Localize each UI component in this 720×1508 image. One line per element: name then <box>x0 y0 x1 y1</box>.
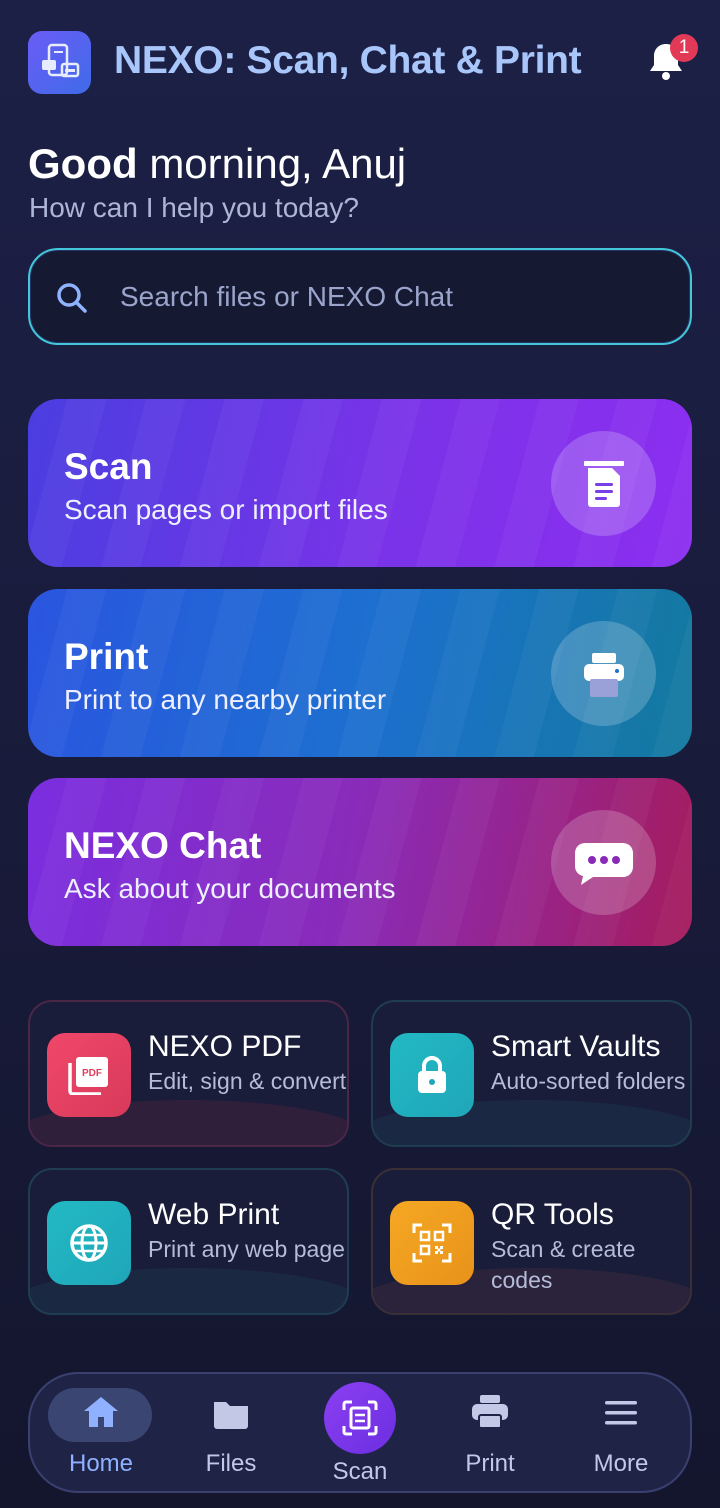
folder-icon <box>214 1402 248 1429</box>
nav-print[interactable]: Print <box>435 1374 545 1491</box>
qr-tools-tile[interactable]: QR Tools Scan & create codes <box>371 1168 692 1315</box>
greeting-subtitle: How can I help you today? <box>29 192 359 223</box>
home-icon <box>84 1397 118 1427</box>
web-print-title: Web Print <box>148 1198 280 1231</box>
web-print-tile[interactable]: Web Print Print any web page <box>28 1168 349 1315</box>
app-title: NEXO: Scan, Chat & Print <box>114 39 582 82</box>
scan-document-icon <box>551 431 656 536</box>
app-header: NEXO: Scan, Chat & Print 1 <box>28 30 698 94</box>
greeting-name: morning, Anuj <box>149 140 407 187</box>
search-input[interactable] <box>120 278 660 316</box>
lock-icon <box>390 1033 474 1117</box>
app-logo-icon[interactable] <box>28 31 91 94</box>
scan-card-subtitle: Scan pages or import files <box>64 494 388 525</box>
notification-badge: 1 <box>670 34 698 62</box>
scan-icon <box>324 1382 396 1454</box>
nexo-chat-card-subtitle: Ask about your documents <box>64 873 396 904</box>
greeting-heading: Good morning, Anuj <box>28 140 406 188</box>
nexo-chat-card[interactable]: NEXO Chat Ask about your documents <box>28 778 692 946</box>
print-card[interactable]: Print Print to any nearby printer <box>28 589 692 757</box>
qr-code-icon <box>390 1201 474 1285</box>
search-icon <box>57 283 87 313</box>
printer-icon <box>472 1395 508 1429</box>
bottom-navigation: Home Files Scan Print More <box>28 1372 692 1493</box>
nav-scan-label: Scan <box>332 1458 388 1485</box>
menu-icon <box>605 1401 637 1425</box>
print-card-subtitle: Print to any nearby printer <box>64 684 387 715</box>
nexo-pdf-tile[interactable]: PDF NEXO PDF Edit, sign & convert <box>28 1000 349 1147</box>
greeting-hello: Good <box>28 140 138 187</box>
notifications-button[interactable]: 1 <box>646 34 698 84</box>
svg-text:PDF: PDF <box>82 1068 102 1079</box>
nav-print-label: Print <box>465 1450 515 1477</box>
nav-files[interactable]: Files <box>176 1374 286 1491</box>
nav-more[interactable]: More <box>566 1374 676 1491</box>
smart-vaults-subtitle: Auto-sorted folders <box>491 1068 686 1094</box>
scan-card-title: Scan <box>64 446 153 487</box>
search-bar[interactable] <box>28 248 692 345</box>
globe-icon <box>47 1201 131 1285</box>
smart-vaults-tile[interactable]: Smart Vaults Auto-sorted folders <box>371 1000 692 1147</box>
printer-icon <box>551 621 656 726</box>
nav-scan[interactable]: Scan <box>305 1374 415 1491</box>
qr-tools-title: QR Tools <box>491 1198 614 1231</box>
pdf-icon: PDF <box>47 1033 131 1117</box>
nav-files-label: Files <box>205 1450 257 1477</box>
nexo-pdf-subtitle: Edit, sign & convert <box>148 1068 347 1094</box>
qr-tools-subtitle: Scan & create codes <box>491 1236 636 1293</box>
nav-home-label: Home <box>68 1450 134 1477</box>
smart-vaults-title: Smart Vaults <box>491 1030 661 1063</box>
chat-bubble-icon <box>551 810 656 915</box>
nexo-chat-card-title: NEXO Chat <box>64 825 262 866</box>
nav-home[interactable]: Home <box>46 1374 156 1491</box>
nav-more-label: More <box>593 1450 649 1477</box>
nexo-pdf-title: NEXO PDF <box>148 1030 302 1063</box>
scan-card[interactable]: Scan Scan pages or import files <box>28 399 692 567</box>
web-print-subtitle: Print any web page <box>148 1236 345 1262</box>
print-card-title: Print <box>64 636 149 677</box>
